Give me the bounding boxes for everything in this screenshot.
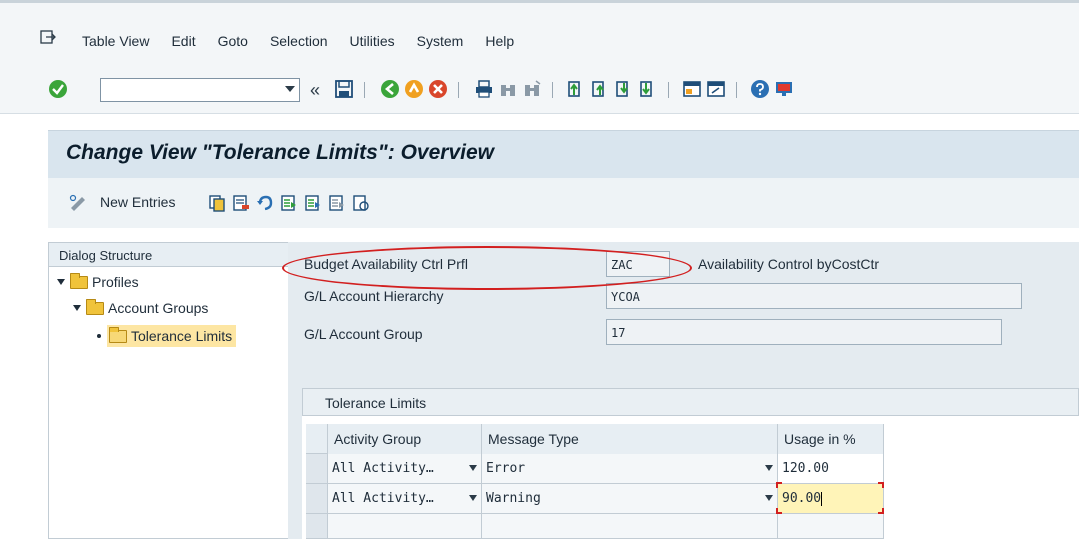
usage-cell[interactable]: 120.00 [778, 454, 884, 484]
details-icon[interactable] [352, 194, 370, 212]
profile-description: Availability Control byCostCtr [698, 256, 880, 272]
new-entries-icon[interactable] [68, 194, 88, 212]
table-row[interactable]: All Activity… [328, 454, 482, 484]
shortcut-icon[interactable] [706, 79, 726, 99]
tolerance-limits-table: Activity Group Message Type Usage in % A… [302, 416, 1079, 539]
table-title: Tolerance Limits [302, 388, 1079, 416]
menu-utilities[interactable]: Utilities [350, 33, 395, 49]
group-field[interactable]: 17 [606, 319, 1002, 345]
empty-cell[interactable] [778, 514, 884, 539]
back-chevron-icon[interactable]: « [310, 80, 320, 101]
previous-page-icon[interactable] [590, 79, 610, 99]
dialog-structure-header: Dialog Structure [49, 243, 288, 267]
tree-item-account-groups[interactable]: Account Groups [73, 297, 208, 319]
menu-goto[interactable]: Goto [218, 33, 248, 49]
find-icon[interactable] [498, 79, 518, 99]
usage-value: 90.00 [782, 491, 822, 506]
toolbar-separator [364, 82, 365, 98]
undo-icon[interactable] [256, 194, 274, 212]
menu-bar: Table View Edit Goto Selection Utilities… [0, 0, 1079, 62]
table-row[interactable]: All Activity… [328, 484, 482, 514]
copy-as-icon[interactable] [208, 194, 226, 212]
first-page-icon[interactable] [566, 79, 586, 99]
menu-system[interactable]: System [417, 33, 464, 49]
find-next-icon[interactable] [522, 79, 542, 99]
focus-corner [878, 482, 884, 488]
command-field[interactable] [100, 78, 300, 102]
row-selector[interactable] [306, 514, 328, 539]
tree-item-tolerance-limits[interactable]: Tolerance Limits [97, 325, 237, 347]
title-bar: Change View "Tolerance Limits": Overview [48, 130, 1079, 178]
selected-node[interactable]: Tolerance Limits [107, 325, 237, 347]
menu-help[interactable]: Help [485, 33, 514, 49]
application-toolbar: New Entries [48, 178, 1079, 228]
standard-toolbar: « [0, 62, 1079, 114]
usage-cell-focused[interactable]: 90.00 [778, 484, 884, 514]
column-header-activity-group[interactable]: Activity Group [328, 424, 482, 454]
menu-selection[interactable]: Selection [270, 33, 328, 49]
back-icon[interactable] [380, 79, 400, 99]
open-folder-icon [109, 326, 127, 343]
hierarchy-field[interactable]: YCOA [606, 283, 1022, 309]
tree-item-profiles[interactable]: Profiles [57, 271, 139, 293]
message-type-cell[interactable]: Warning [482, 484, 778, 514]
create-session-icon[interactable] [682, 79, 702, 99]
row-selector[interactable] [306, 454, 328, 484]
toolbar-separator [736, 82, 737, 98]
empty-cell[interactable] [328, 514, 482, 539]
dropdown-icon[interactable] [469, 495, 477, 501]
column-header-usage[interactable]: Usage in % [778, 424, 884, 454]
cancel-icon[interactable] [428, 79, 448, 99]
toolbar-separator [458, 82, 459, 98]
column-header-message-type[interactable]: Message Type [482, 424, 778, 454]
spacer [0, 114, 1079, 130]
enter-check-icon[interactable] [48, 79, 68, 99]
save-icon[interactable] [334, 79, 354, 99]
menu-edit[interactable]: Edit [171, 33, 195, 49]
message-type-value: Warning [486, 491, 541, 506]
exit-menu-icon[interactable] [40, 29, 56, 45]
help-icon[interactable] [750, 79, 770, 99]
toolbar-separator [668, 82, 669, 98]
select-block-icon[interactable] [304, 194, 322, 212]
menu-table-view[interactable]: Table View [82, 33, 149, 49]
tree-item-label: Profiles [92, 274, 139, 290]
row-selector[interactable] [306, 484, 328, 514]
print-icon[interactable] [474, 79, 494, 99]
command-dropdown-icon[interactable] [285, 86, 295, 92]
message-type-cell[interactable]: Error [482, 454, 778, 484]
dropdown-icon[interactable] [469, 465, 477, 471]
activity-group-cell: All Activity… [332, 461, 434, 476]
delete-icon[interactable] [232, 194, 250, 212]
deselect-all-icon[interactable] [328, 194, 346, 212]
select-all-column[interactable] [306, 424, 328, 454]
empty-cell[interactable] [482, 514, 778, 539]
expand-icon[interactable] [73, 305, 81, 311]
message-type-value: Error [486, 461, 526, 476]
activity-group-cell: All Activity… [332, 491, 434, 506]
leaf-bullet-icon [97, 334, 101, 338]
select-all-icon[interactable] [280, 194, 298, 212]
page-title: Change View "Tolerance Limits": Overview [66, 141, 494, 164]
dropdown-icon[interactable] [765, 495, 773, 501]
group-label: G/L Account Group [304, 326, 423, 342]
menu-list: Table View Edit Goto Selection Utilities… [82, 33, 536, 49]
folder-icon [86, 298, 104, 315]
text-cursor [821, 491, 823, 506]
folder-icon [70, 272, 88, 289]
new-entries-button[interactable]: New Entries [100, 194, 175, 210]
tree-item-label: Account Groups [108, 300, 209, 316]
highlight-annotation [282, 246, 692, 290]
tree-item-label: Tolerance Limits [131, 328, 233, 344]
dialog-structure-panel: Dialog Structure Profiles Account Groups… [48, 242, 288, 539]
expand-icon[interactable] [57, 279, 65, 285]
exit-icon[interactable] [404, 79, 424, 99]
toolbar-separator [552, 82, 553, 98]
customize-layout-icon[interactable] [774, 79, 794, 99]
last-page-icon[interactable] [638, 79, 658, 99]
focus-corner [776, 482, 782, 488]
next-page-icon[interactable] [614, 79, 634, 99]
dropdown-icon[interactable] [765, 465, 773, 471]
